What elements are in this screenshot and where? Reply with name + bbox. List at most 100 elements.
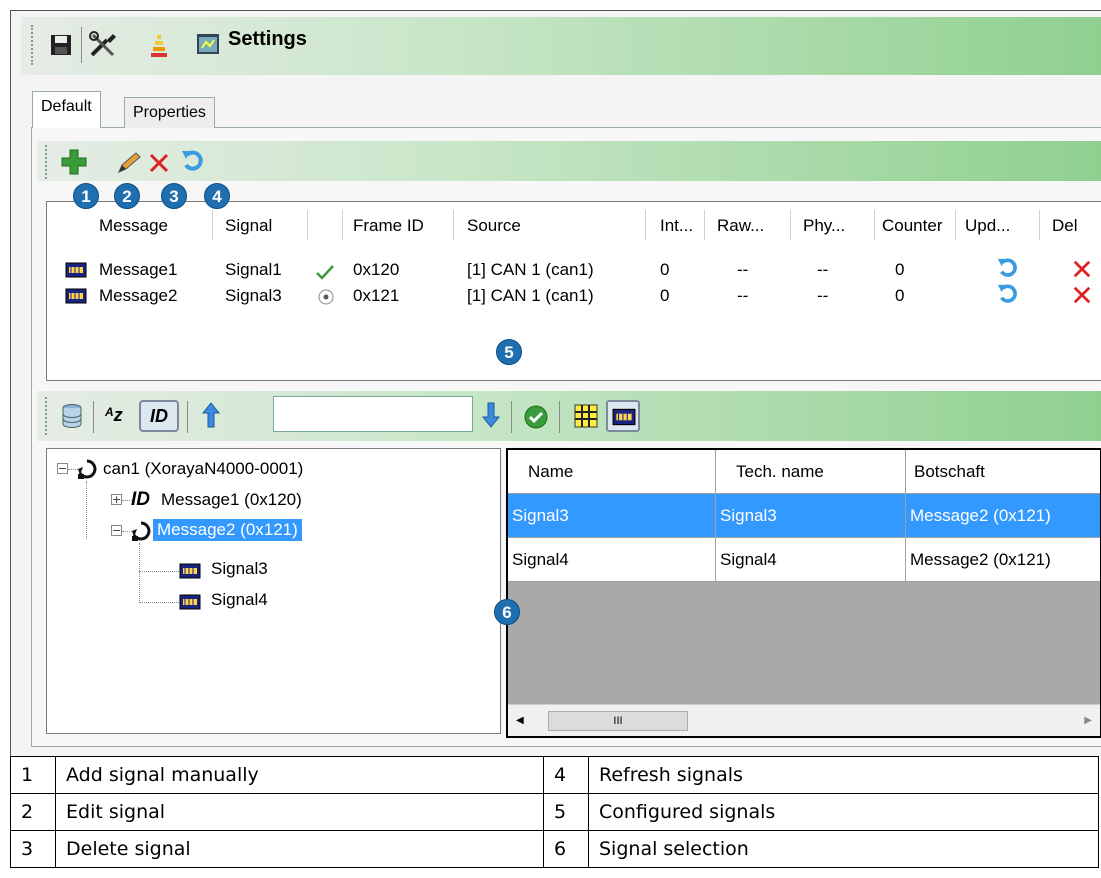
grid-cell-tech-name[interactable]: Signal3 xyxy=(716,494,906,538)
refresh-icon[interactable] xyxy=(997,283,1019,310)
check-circle-icon[interactable] xyxy=(523,404,549,435)
cell-message[interactable]: Message2 xyxy=(99,286,177,306)
grid-icon[interactable] xyxy=(573,403,599,434)
column-divider[interactable] xyxy=(704,210,705,240)
callout-badge-1: 1 xyxy=(73,183,99,209)
column-header-source[interactable]: Source xyxy=(467,216,521,236)
column-header-phy[interactable]: Phy... xyxy=(803,216,845,236)
refresh-icon[interactable] xyxy=(997,257,1019,284)
expand-expander[interactable]: + xyxy=(111,494,122,505)
column-divider[interactable] xyxy=(453,210,454,240)
toolbar-grip[interactable] xyxy=(31,25,34,65)
column-header-delete[interactable]: Del xyxy=(1052,216,1078,236)
add-icon[interactable] xyxy=(61,149,87,180)
column-header-signal[interactable]: Signal xyxy=(225,216,272,236)
tree-item-message1[interactable]: Message1 (0x120) xyxy=(161,490,302,510)
grid-row[interactable]: Signal4 Signal4 Message2 (0x121) xyxy=(508,538,1100,582)
column-divider[interactable] xyxy=(955,210,956,240)
signal-icon[interactable] xyxy=(606,400,640,432)
cell-int[interactable]: 0 xyxy=(660,260,669,280)
horizontal-scrollbar[interactable]: ◀ III ▶ xyxy=(508,704,1100,736)
grid-cell-message[interactable]: Message2 (0x121) xyxy=(906,538,1100,582)
database-icon[interactable] xyxy=(61,403,83,434)
column-header-frame-id[interactable]: Frame ID xyxy=(353,216,424,236)
column-header-message[interactable]: Message xyxy=(99,216,168,236)
toolbar-separator xyxy=(81,27,82,63)
delete-x-icon[interactable] xyxy=(148,152,170,179)
legend-text: Configured signals xyxy=(588,793,1099,831)
toolbar-separator xyxy=(511,401,512,433)
delete-x-icon[interactable] xyxy=(1072,285,1092,310)
sort-az-icon[interactable]: Az xyxy=(105,405,123,426)
column-divider[interactable] xyxy=(790,210,791,240)
tools-icon[interactable] xyxy=(89,31,119,64)
settings-window-icon[interactable] xyxy=(196,32,220,61)
cell-phy[interactable]: -- xyxy=(817,260,828,280)
legend-text: Edit signal xyxy=(55,793,544,831)
legend-number: 5 xyxy=(543,793,589,831)
legend-number: 2 xyxy=(10,793,56,831)
collapse-expander[interactable]: − xyxy=(111,525,122,536)
cell-source[interactable]: [1] CAN 1 (can1) xyxy=(467,286,594,306)
cell-source[interactable]: [1] CAN 1 (can1) xyxy=(467,260,594,280)
cell-counter[interactable]: 0 xyxy=(895,260,904,280)
levels-icon[interactable] xyxy=(149,31,169,64)
cell-raw[interactable]: -- xyxy=(737,286,748,306)
grid-cell-message[interactable]: Message2 (0x121) xyxy=(906,494,1100,538)
scrollbar-thumb[interactable]: III xyxy=(548,711,688,731)
grid-cell-tech-name[interactable]: Signal4 xyxy=(716,538,906,582)
selection-toolbar xyxy=(37,391,1101,441)
tab-properties[interactable]: Properties xyxy=(124,97,215,128)
cell-frame-id[interactable]: 0x121 xyxy=(353,286,399,306)
scroll-right-icon[interactable]: ▶ xyxy=(1084,715,1092,726)
column-header-counter[interactable]: Counter xyxy=(882,216,942,236)
grid-cell-name[interactable]: Signal3 xyxy=(508,494,716,538)
column-divider[interactable] xyxy=(874,210,875,240)
column-header-int[interactable]: Int... xyxy=(660,216,693,236)
save-icon[interactable] xyxy=(49,33,73,62)
toolbar-separator xyxy=(93,401,94,433)
cell-signal[interactable]: Signal1 xyxy=(225,260,282,280)
legend-row: 3 Delete signal 6 Signal selection xyxy=(10,830,1099,868)
delete-x-icon[interactable] xyxy=(1072,259,1092,284)
cell-int[interactable]: 0 xyxy=(660,286,669,306)
cell-signal[interactable]: Signal3 xyxy=(225,286,282,306)
cell-frame-id[interactable]: 0x120 xyxy=(353,260,399,280)
cell-counter[interactable]: 0 xyxy=(895,286,904,306)
cell-raw[interactable]: -- xyxy=(737,260,748,280)
arrow-up-icon[interactable] xyxy=(201,401,221,434)
legend-row: 2 Edit signal 5 Configured signals xyxy=(10,793,1099,831)
grid-header-tech-name[interactable]: Tech. name xyxy=(716,450,906,494)
signal-icon xyxy=(179,594,201,615)
tree-item-signal4[interactable]: Signal4 xyxy=(211,590,268,610)
grid-header-message[interactable]: Botschaft xyxy=(906,450,1100,494)
column-divider[interactable] xyxy=(307,210,308,240)
cell-phy[interactable]: -- xyxy=(817,286,828,306)
column-divider[interactable] xyxy=(1039,210,1040,240)
edit-pencil-icon[interactable] xyxy=(116,151,142,180)
tree-item-message2[interactable]: Message2 (0x121) xyxy=(153,519,302,541)
grid-header-name[interactable]: Name xyxy=(508,450,716,494)
id-icon[interactable]: ID xyxy=(139,400,179,432)
check-icon xyxy=(315,264,335,285)
grid-cell-name[interactable]: Signal4 xyxy=(508,538,716,582)
grid-row[interactable]: Signal3 Signal3 Message2 (0x121) xyxy=(508,494,1100,538)
cell-message[interactable]: Message1 xyxy=(99,260,177,280)
tree-item-signal3[interactable]: Signal3 xyxy=(211,559,268,579)
search-input[interactable] xyxy=(273,396,473,432)
toolbar-grip[interactable] xyxy=(45,397,48,435)
arrow-down-icon[interactable] xyxy=(481,401,501,434)
tree-root-can1[interactable]: can1 (XorayaN4000-0001) xyxy=(103,459,303,479)
scroll-left-icon[interactable]: ◀ xyxy=(516,715,524,726)
column-divider[interactable] xyxy=(645,210,646,240)
radio-icon[interactable] xyxy=(317,288,335,311)
tab-default[interactable]: Default xyxy=(32,91,101,128)
column-divider[interactable] xyxy=(342,210,343,240)
toolbar-grip[interactable] xyxy=(45,145,48,179)
tree-connector xyxy=(139,543,140,603)
column-header-update[interactable]: Upd... xyxy=(965,216,1010,236)
column-header-raw[interactable]: Raw... xyxy=(717,216,764,236)
refresh-icon[interactable] xyxy=(181,149,205,178)
collapse-expander[interactable]: − xyxy=(57,463,68,474)
column-divider[interactable] xyxy=(212,210,213,240)
